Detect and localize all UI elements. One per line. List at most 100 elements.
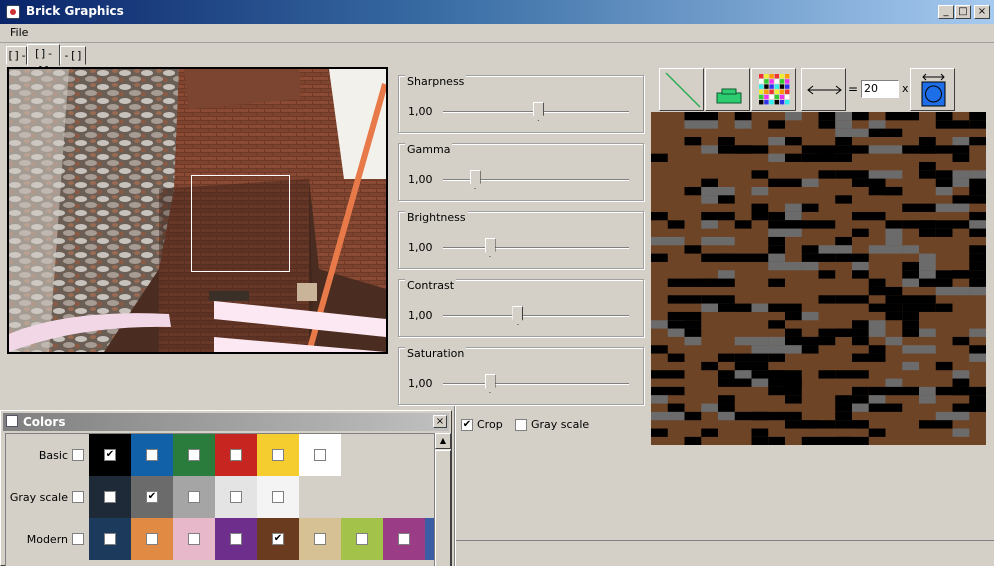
color-swatch-checkbox[interactable]: [188, 491, 200, 503]
color-swatch[interactable]: [299, 518, 341, 560]
saturation-slider[interactable]: [484, 374, 496, 393]
color-swatch-checkbox[interactable]: [188, 449, 200, 461]
image-preview[interactable]: [7, 67, 388, 354]
java-app-icon: [6, 5, 20, 19]
color-swatch[interactable]: [131, 434, 173, 476]
contrast-group: Contrast 1,00: [398, 279, 644, 337]
palette-group-gray-scale-checkbox[interactable]: [72, 491, 84, 503]
tab-left-view[interactable]: []-: [6, 46, 27, 65]
color-swatch-checkbox[interactable]: ✔: [146, 491, 158, 503]
grayscale-checkbox[interactable]: [515, 419, 527, 431]
saturation-track[interactable]: [443, 383, 629, 385]
colors-scrollbar[interactable]: ▲: [435, 433, 451, 566]
crop-checkbox[interactable]: ✔: [461, 419, 473, 431]
saturation-value: 1,00: [408, 377, 433, 390]
color-swatch[interactable]: [173, 434, 215, 476]
color-swatch[interactable]: [173, 476, 215, 518]
color-swatch-checkbox[interactable]: [230, 491, 242, 503]
palette-group-modern-checkbox[interactable]: [72, 533, 84, 545]
color-swatch[interactable]: [89, 518, 131, 560]
color-swatch[interactable]: [383, 518, 425, 560]
color-swatch-checkbox[interactable]: [146, 449, 158, 461]
color-swatch[interactable]: ✔: [89, 434, 131, 476]
color-swatch[interactable]: [131, 518, 173, 560]
color-swatch-checkbox[interactable]: [104, 491, 116, 503]
color-swatch[interactable]: [215, 476, 257, 518]
scroll-thumb[interactable]: [435, 450, 451, 566]
color-swatch[interactable]: [257, 434, 299, 476]
gamma-group: Gamma 1,00: [398, 143, 644, 201]
color-swatch[interactable]: ✔: [131, 476, 173, 518]
color-swatch[interactable]: [257, 476, 299, 518]
color-swatch-checkbox[interactable]: ✔: [104, 449, 116, 461]
colors-close-button[interactable]: ×: [433, 415, 447, 428]
color-swatch-checkbox[interactable]: [272, 491, 284, 503]
crop-selection[interactable]: [191, 175, 290, 272]
color-swatch-checkbox[interactable]: [314, 533, 326, 545]
gamma-slider[interactable]: [469, 170, 481, 189]
color-swatch-checkbox[interactable]: [230, 449, 242, 461]
color-swatch-checkbox[interactable]: [272, 449, 284, 461]
gamma-value: 1,00: [408, 173, 433, 186]
width-input[interactable]: 20: [861, 80, 899, 98]
color-swatch[interactable]: [89, 476, 131, 518]
color-swatch-checkbox[interactable]: [314, 449, 326, 461]
color-swatch-checkbox[interactable]: [230, 533, 242, 545]
single-brick-icon: [716, 88, 742, 104]
diagonal-line-icon: [665, 72, 701, 108]
brightness-slider[interactable]: [484, 238, 496, 257]
color-swatch-checkbox[interactable]: [188, 533, 200, 545]
mosaic-toolbar: = 20 x: [651, 68, 994, 112]
title-bar: Brick Graphics _ □ ×: [0, 0, 994, 24]
single-brick-button[interactable]: [705, 68, 750, 111]
tab-right-view[interactable]: -[]: [60, 46, 86, 65]
palette-group-basic-checkbox[interactable]: [72, 449, 84, 461]
color-swatch[interactable]: [215, 434, 257, 476]
menu-file[interactable]: File: [10, 26, 28, 39]
color-swatch[interactable]: [341, 518, 383, 560]
grayscale-option[interactable]: Gray scale: [515, 418, 589, 431]
brightness-group: Brightness 1,00: [398, 211, 644, 269]
color-swatch[interactable]: ✔: [257, 518, 299, 560]
color-swatch[interactable]: [425, 518, 434, 560]
color-swatch-checkbox[interactable]: [146, 533, 158, 545]
colors-window: Colors × Basic ✔ Gray scale ✔ Modern ✔ ▲: [0, 410, 452, 566]
times-label: x: [902, 82, 909, 95]
horizontal-size-button[interactable]: [801, 68, 846, 111]
color-grid-button[interactable]: [751, 68, 796, 111]
close-button[interactable]: ×: [974, 5, 990, 19]
round-tile-icon: [921, 73, 946, 107]
palette-icon: [6, 415, 18, 427]
contrast-slider[interactable]: [512, 306, 524, 325]
color-swatch[interactable]: [215, 518, 257, 560]
crop-option[interactable]: ✔ Crop: [461, 418, 503, 431]
palette-group-gray-scale-label: Gray scale: [9, 491, 68, 504]
color-swatch-checkbox[interactable]: ✔: [272, 533, 284, 545]
minimize-button[interactable]: _: [938, 5, 954, 19]
color-swatch[interactable]: [173, 518, 215, 560]
color-swatch-checkbox[interactable]: [356, 533, 368, 545]
brightness-label: Brightness: [405, 211, 468, 224]
brightness-track[interactable]: [443, 247, 629, 249]
tab-split-view[interactable]: []-[]: [27, 44, 60, 77]
round-tile-button[interactable]: [910, 68, 955, 111]
palette-group-basic-label: Basic: [38, 449, 68, 462]
maximize-button[interactable]: □: [955, 5, 971, 19]
window-title: Brick Graphics: [26, 4, 124, 18]
grayscale-label: Gray scale: [531, 418, 590, 431]
contrast-track[interactable]: [443, 315, 629, 317]
menu-bar: File: [0, 24, 994, 42]
scroll-up-button[interactable]: ▲: [435, 433, 451, 449]
color-swatch-checkbox[interactable]: [398, 533, 410, 545]
color-swatch[interactable]: [299, 434, 341, 476]
mosaic-output: [651, 112, 986, 445]
sharpness-slider[interactable]: [532, 102, 544, 121]
contrast-label: Contrast: [405, 279, 457, 292]
brightness-value: 1,00: [408, 241, 433, 254]
color-swatch-checkbox[interactable]: [104, 533, 116, 545]
colors-titlebar[interactable]: Colors ×: [3, 413, 449, 431]
sharpness-value: 1,00: [408, 105, 433, 118]
sharpness-label: Sharpness: [405, 75, 467, 88]
diagonal-line-button[interactable]: [659, 68, 704, 111]
saturation-group: Saturation 1,00: [398, 347, 644, 405]
